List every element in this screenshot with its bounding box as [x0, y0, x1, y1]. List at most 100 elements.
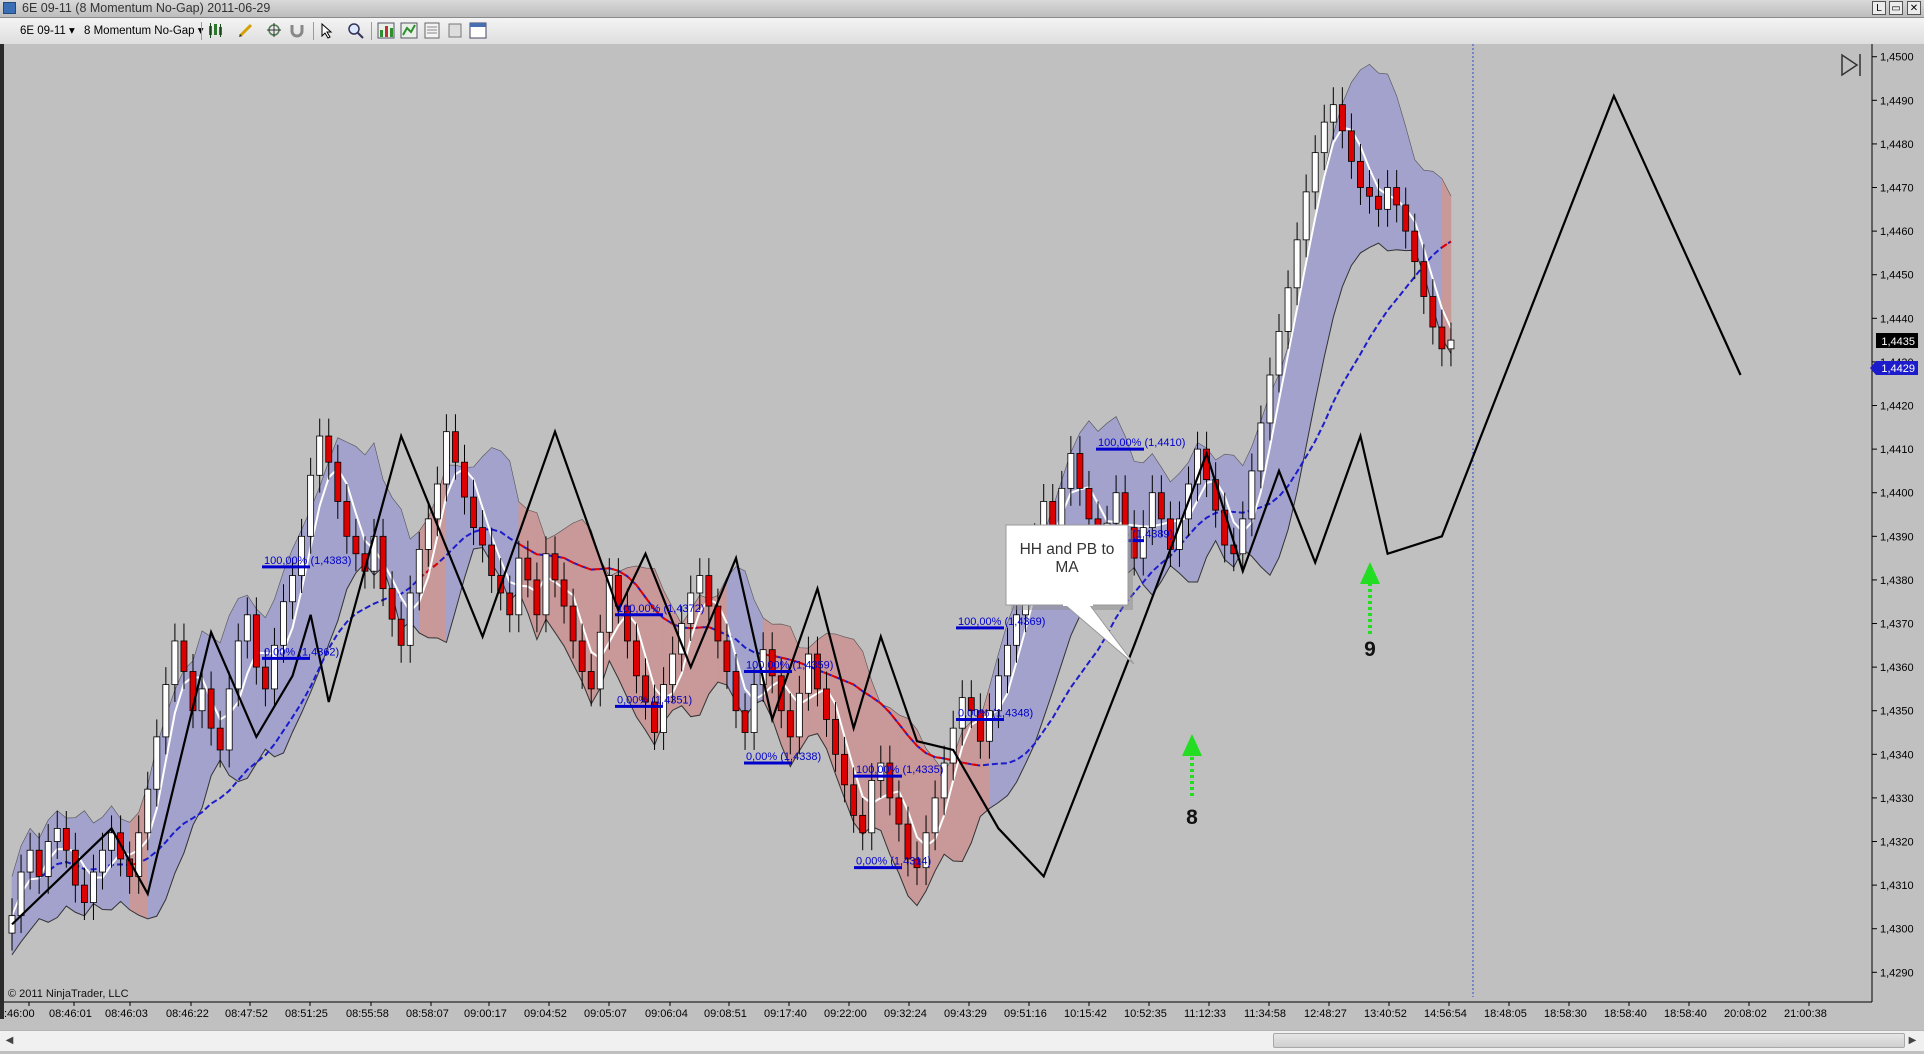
candle	[995, 675, 1002, 712]
candle	[1076, 453, 1084, 489]
candle	[750, 684, 758, 733]
restore-button[interactable]: ▭	[1889, 1, 1903, 15]
candle	[1402, 204, 1410, 232]
fib-level-label: 100,00% (1,4335)	[856, 764, 943, 776]
time-tick-label: 08:46:03	[105, 1008, 148, 1018]
candle	[868, 780, 876, 834]
time-tick-label: 10:52:35	[1124, 1008, 1167, 1018]
candle	[551, 553, 559, 581]
fib-level-label: 0,00% (1,4351)	[617, 694, 692, 706]
zoom-icon[interactable]	[319, 22, 337, 39]
grid-icon[interactable]	[400, 22, 418, 39]
data-box-icon[interactable]	[423, 22, 441, 39]
candle	[1366, 187, 1373, 197]
time-tick-label: 18:48:05	[1484, 1008, 1527, 1018]
price-tick-label: 1,4400	[1880, 488, 1914, 500]
time-tick-label: 08:46:01	[49, 1008, 92, 1018]
candle	[171, 640, 179, 685]
time-tick-label: 09:17:40	[764, 1008, 807, 1018]
candle	[823, 688, 830, 720]
strategy-icon[interactable]	[446, 22, 464, 39]
chart-toolbar: 6E 09-11 ▾ 8 Momentum No-Gap ▾	[0, 18, 1924, 45]
instrument-selector[interactable]: 6E 09-11 ▾	[20, 23, 75, 37]
scrollbar-thumb[interactable]	[1273, 1033, 1905, 1048]
scroll-left-icon[interactable]: ◀	[2, 1033, 17, 1048]
candle	[904, 823, 912, 860]
time-tick-label: 09:51:16	[1004, 1008, 1047, 1018]
price-tick-label: 1,4360	[1880, 662, 1914, 674]
price-tick-label: 1,4470	[1880, 183, 1914, 195]
candle	[596, 631, 604, 690]
candle	[198, 688, 206, 712]
candle	[108, 832, 115, 851]
ma-price-flag: 1,4429	[1870, 361, 1918, 375]
candle	[379, 535, 387, 590]
horizontal-scrollbar[interactable]: ◀ ▶	[0, 1030, 1924, 1051]
cloud-segment	[1378, 72, 1388, 252]
minimize-button[interactable]: L	[1872, 1, 1886, 15]
candle	[850, 784, 858, 816]
candle	[949, 727, 957, 764]
candle	[859, 814, 867, 834]
cloud-segment	[1133, 461, 1144, 585]
last-price-flag: 1,4435	[1876, 333, 1918, 348]
price-chart[interactable]: 100,00% (1,4383) 0,00% (1,4362) 100,00% (1…	[4, 44, 1924, 1018]
candle	[225, 688, 233, 751]
price-tick-label: 1,4490	[1880, 95, 1914, 107]
candle	[26, 849, 34, 873]
candle	[931, 797, 939, 834]
candle	[578, 640, 586, 672]
candle	[1302, 191, 1310, 241]
candle	[442, 431, 450, 485]
candle	[53, 828, 61, 842]
candle	[841, 753, 848, 786]
candle	[388, 588, 396, 620]
time-tick-label: 09:00:17	[464, 1008, 507, 1018]
bar-chart-icon[interactable]	[377, 22, 395, 39]
properties-icon[interactable]	[469, 22, 487, 39]
candle	[1121, 492, 1129, 529]
fib-level-label: 0,00% (1,4314)	[856, 856, 931, 868]
candle	[1420, 261, 1428, 297]
price-tick-label: 1,4320	[1880, 837, 1914, 849]
candle	[832, 719, 839, 755]
candle	[669, 653, 677, 685]
pencil-icon[interactable]	[237, 22, 255, 39]
cloud-segment	[1387, 73, 1397, 252]
price-tick-label: 1,4370	[1880, 619, 1914, 631]
candle	[397, 618, 405, 646]
time-tick-label: 08:51:25	[285, 1008, 328, 1018]
app-icon	[3, 2, 16, 14]
price-tick-label: 1,4300	[1880, 924, 1914, 936]
candle	[1438, 326, 1446, 350]
magnet-icon[interactable]	[288, 22, 306, 39]
bar-type-selector[interactable]: 8 Momentum No-Gap ▾	[84, 23, 204, 37]
candle	[1411, 230, 1419, 263]
crosshair-icon[interactable]	[265, 22, 283, 39]
candlestick-icon[interactable]	[207, 22, 225, 39]
candle	[1257, 422, 1265, 472]
time-tick-label: 18:58:30	[1544, 1008, 1587, 1018]
scroll-right-icon[interactable]: ▶	[1905, 1033, 1920, 1048]
toolbar-separator	[201, 22, 202, 40]
close-button[interactable]: ✕	[1907, 1, 1921, 15]
candle	[406, 592, 414, 646]
candle	[62, 828, 70, 851]
callout-text: HH and PB to MA	[1019, 541, 1115, 576]
candle	[1067, 453, 1075, 489]
candle	[488, 544, 496, 576]
magnifier-icon[interactable]	[347, 22, 365, 39]
label-eight: 8	[1186, 806, 1198, 829]
time-tick-label: :46:00	[4, 1008, 35, 1018]
candle	[1275, 330, 1283, 376]
candle	[307, 474, 315, 537]
candle	[479, 527, 487, 546]
candle	[732, 671, 740, 712]
plot-area[interactable]	[4, 44, 1872, 1018]
candle	[633, 640, 640, 677]
candle	[144, 788, 152, 834]
candle	[1384, 187, 1391, 210]
time-tick-label: 09:32:24	[884, 1008, 927, 1018]
time-tick-label: 18:58:40	[1604, 1008, 1647, 1018]
candle	[714, 605, 722, 642]
